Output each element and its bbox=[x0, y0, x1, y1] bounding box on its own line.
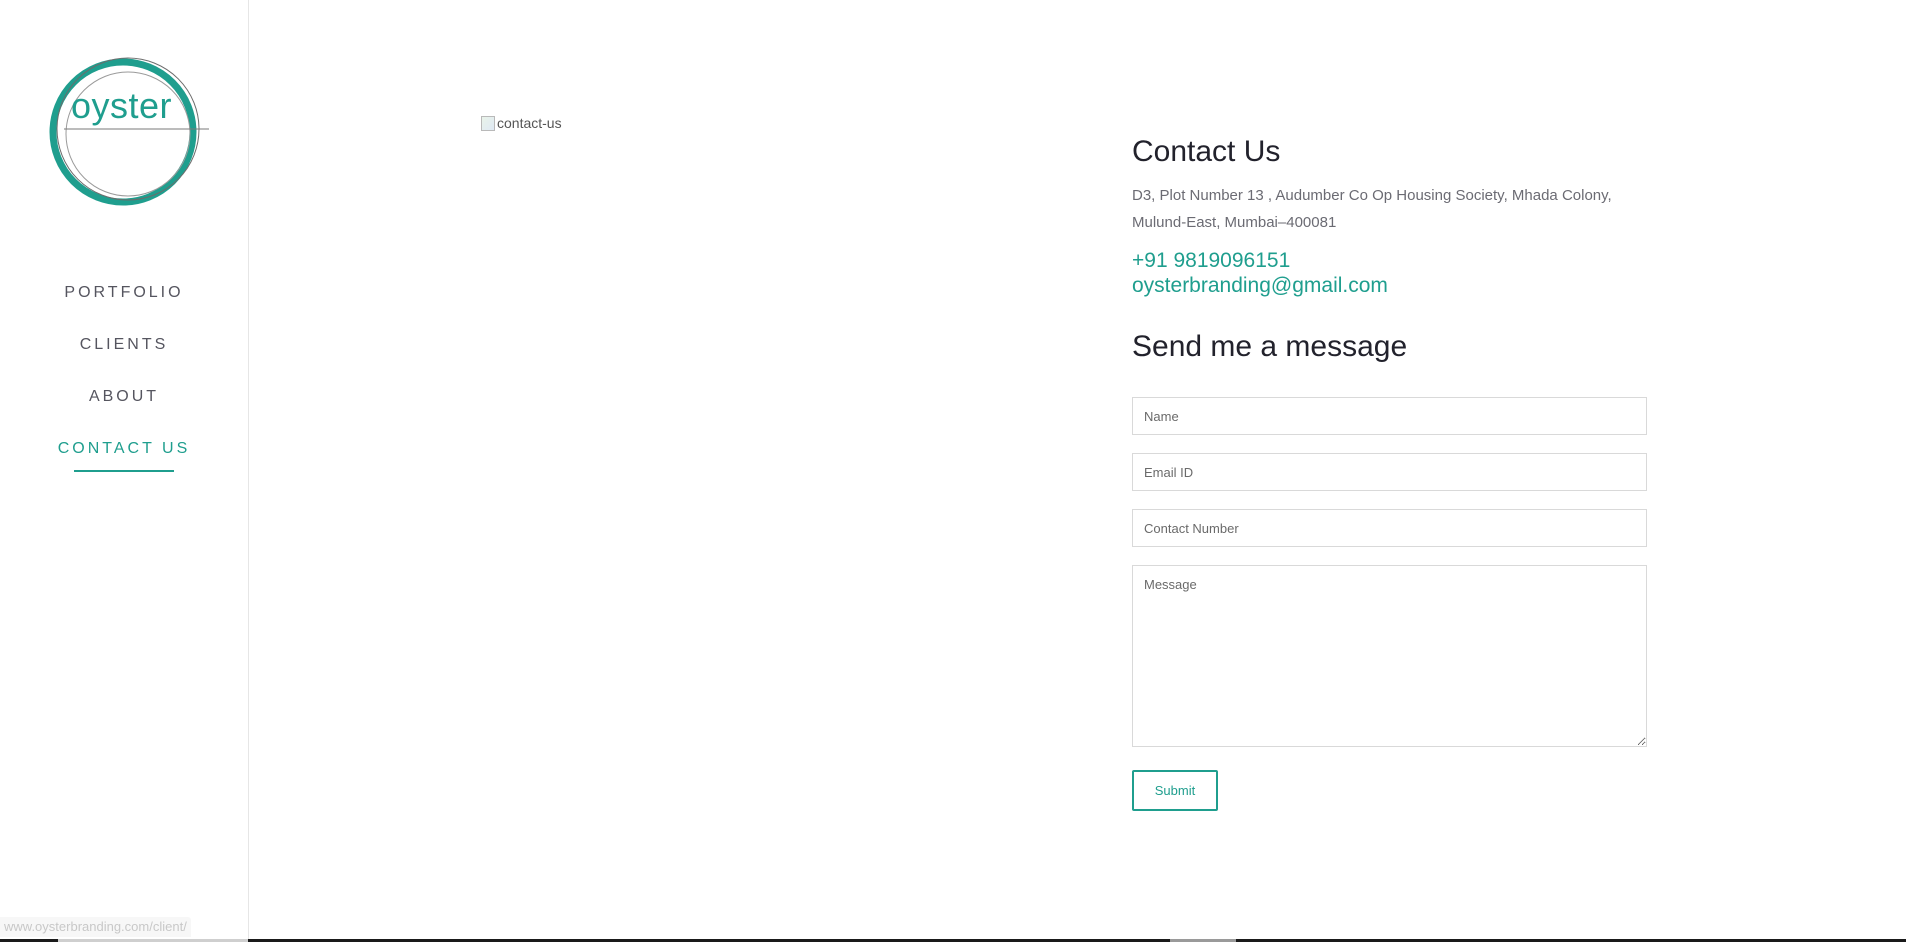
contact-form: Submit bbox=[1132, 397, 1652, 811]
broken-image-icon bbox=[481, 115, 495, 131]
address-line-1: D3, Plot Number 13 , Audumber Co Op Hous… bbox=[1132, 187, 1612, 204]
nav-link-portfolio[interactable]: PORTFOLIO bbox=[64, 278, 183, 302]
contact-number-input[interactable] bbox=[1132, 509, 1647, 547]
nav-link-clients[interactable]: CLIENTS bbox=[80, 330, 169, 354]
name-input[interactable] bbox=[1132, 397, 1647, 435]
logo-text: oyster bbox=[71, 85, 173, 126]
nav-item-about: ABOUT bbox=[0, 382, 248, 434]
nav-link-contact-us[interactable]: CONTACT US bbox=[58, 434, 191, 458]
main-nav: PORTFOLIO CLIENTS ABOUT CONTACT US bbox=[0, 278, 248, 486]
nav-item-clients: CLIENTS bbox=[0, 330, 248, 382]
contact-section: Contact Us D3, Plot Number 13 , Audumber… bbox=[1132, 132, 1652, 811]
contact-us-image: contact-us bbox=[481, 115, 562, 131]
address: D3, Plot Number 13 , Audumber Co Op Hous… bbox=[1132, 182, 1652, 236]
contact-title: Contact Us bbox=[1132, 135, 1281, 168]
nav-item-contact-us: CONTACT US bbox=[0, 434, 248, 486]
form-heading: Send me a message bbox=[1132, 330, 1408, 363]
address-line-2: Mulund-East, Mumbai–400081 bbox=[1132, 214, 1337, 231]
phone-link[interactable]: +91 9819096151 bbox=[1132, 248, 1652, 273]
email-link[interactable]: oysterbranding@gmail.com bbox=[1132, 273, 1652, 298]
logo[interactable]: oyster bbox=[44, 52, 214, 212]
nav-item-portfolio: PORTFOLIO bbox=[0, 278, 248, 330]
submit-button[interactable]: Submit bbox=[1132, 770, 1218, 811]
email-input[interactable] bbox=[1132, 453, 1647, 491]
logo-rings-icon bbox=[49, 57, 209, 206]
image-alt-text: contact-us bbox=[497, 115, 562, 131]
sidebar: oyster PORTFOLIO CLIENTS ABOUT CONTACT U… bbox=[0, 0, 249, 942]
nav-link-about[interactable]: ABOUT bbox=[89, 382, 159, 406]
status-bar-url: www.oysterbranding.com/client/ bbox=[0, 917, 191, 937]
active-nav-underline bbox=[74, 470, 174, 472]
message-textarea[interactable] bbox=[1132, 565, 1647, 747]
